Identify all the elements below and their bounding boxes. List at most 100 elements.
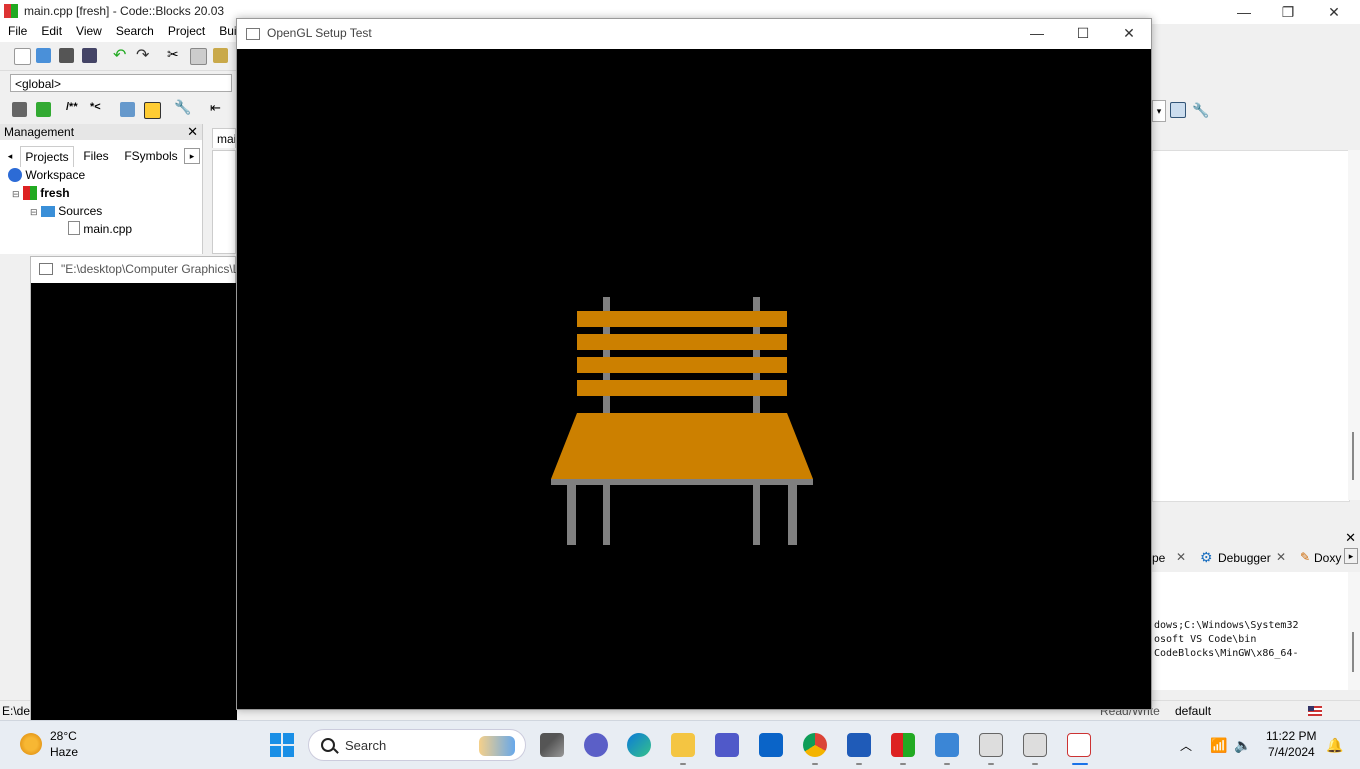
leg-front-right [788,485,797,545]
editor-tab-main[interactable]: mai [212,128,236,148]
search-highlight-icon [479,736,515,756]
code-editor[interactable] [212,150,236,254]
tab-debugger[interactable]: Debugger [1218,551,1271,565]
management-panel: Management ✕ ◂ Projects Files FSymbols ▸… [0,124,203,254]
scope-combo[interactable]: <global> [10,74,232,92]
tab-scroll-right-icon[interactable]: ▸ [1344,548,1358,564]
console-title: "E:\desktop\Computer Graphics\L [61,262,237,276]
redo-icon[interactable]: ↷ [136,45,151,64]
collapse-icon[interactable]: ⊟ [12,189,20,199]
build-icon[interactable] [12,102,27,117]
chevron-up-icon[interactable]: ︿ [1180,737,1192,754]
weather-temperature[interactable]: 28°C [50,729,77,743]
vertical-scrollbar[interactable] [1348,150,1360,500]
log-output[interactable]: dows;C:\Windows\System32 osoft VS Code\b… [1152,572,1348,690]
chevron-down-icon[interactable]: ▾ [1152,100,1166,122]
menu-view[interactable]: View [76,24,102,38]
save-all-icon[interactable] [82,48,97,63]
wifi-icon[interactable]: 📶 [1210,737,1227,754]
clock-date[interactable]: 7/4/2024 [1268,745,1315,759]
paste-icon[interactable] [213,48,228,63]
close-icon[interactable]: ✕ [1107,23,1151,43]
close-icon[interactable]: ✕ [1345,530,1356,546]
tree-folder[interactable]: ⊟ Sources [30,202,102,220]
weather-description[interactable]: Haze [50,745,78,759]
notepad-icon[interactable] [935,733,959,757]
menu-search[interactable]: Search [116,24,154,38]
taskbar: 28°C Haze Search ︿ 📶 🔈 11:22 PM 7/4/2024… [0,720,1360,769]
cut-icon[interactable]: ✂ [167,46,182,62]
clock-time[interactable]: 11:22 PM [1266,729,1316,743]
console-output[interactable] [31,283,237,721]
menu-bar: File Edit View Search Project Buil [0,24,239,42]
edge-icon[interactable] [627,733,651,757]
save-icon[interactable] [59,48,74,63]
back-slat [577,311,787,327]
back-slat [577,380,787,396]
console-window[interactable]: "E:\desktop\Computer Graphics\L [30,256,237,721]
doxy-line-icon[interactable]: *< [90,101,110,116]
maximize-icon[interactable]: ❐ [1266,2,1310,22]
tab-projects[interactable]: Projects [20,146,74,167]
minimize-icon[interactable]: — [1222,2,1266,22]
menu-file[interactable]: File [8,24,27,38]
codeblocks-icon[interactable] [891,733,915,757]
doxywizard-icon[interactable] [120,102,135,117]
opengl-canvas[interactable] [237,49,1151,709]
outlook-icon[interactable] [759,733,783,757]
maximize-icon[interactable]: ☐ [1061,23,1105,43]
weather-sun-icon[interactable] [20,733,42,755]
undo-icon[interactable]: ↶ [113,45,128,64]
tab-scope-partial[interactable]: pe [1152,551,1165,565]
tab-fsymbols[interactable]: FSymbols [120,146,182,166]
new-file-icon[interactable] [14,48,31,65]
console-app-icon[interactable] [979,733,1003,757]
menu-project[interactable]: Project [168,24,205,38]
opengl-app-icon[interactable] [1067,733,1091,757]
seat-frame [551,479,813,485]
teams-icon[interactable] [715,733,739,757]
code-editor-visible[interactable] [1152,150,1350,502]
word-icon[interactable] [847,733,871,757]
console-title-bar[interactable]: "E:\desktop\Computer Graphics\L [31,257,237,283]
chat-icon[interactable] [584,733,608,757]
tree-project[interactable]: ⊟ fresh [12,184,70,202]
opengl-title-bar[interactable]: OpenGL Setup Test — ☐ ✕ [237,19,1151,49]
opengl-window[interactable]: OpenGL Setup Test — ☐ ✕ [236,18,1152,710]
run-icon[interactable] [36,102,51,117]
doxy-block-icon[interactable]: /** [66,101,86,116]
tree-workspace[interactable]: Workspace [8,166,85,184]
minimize-icon[interactable]: — [1015,23,1059,43]
wrench-icon[interactable]: 🔧 [1192,102,1209,118]
tab-scroll-left-icon[interactable]: ◂ [4,146,16,166]
start-button[interactable] [270,733,294,757]
menu-edit[interactable]: Edit [41,24,62,38]
close-icon[interactable]: ✕ [187,124,198,140]
settings-wrench-icon[interactable]: 🔧 [174,99,191,115]
search-icon [321,738,335,752]
tab-files[interactable]: Files [78,146,114,166]
editor-right-area: ▾ 🔧 [1152,42,1360,522]
vertical-scrollbar[interactable] [1348,572,1360,690]
copy-icon[interactable] [190,48,207,65]
file-explorer-icon[interactable] [671,733,695,757]
tree-file[interactable]: main.cpp [68,220,132,238]
open-file-icon[interactable] [36,48,51,63]
close-tab-icon[interactable]: ✕ [1176,550,1186,564]
back-slat [577,334,787,350]
find-icon[interactable] [1170,102,1186,118]
jump-back-icon[interactable]: ⇤ [210,100,225,115]
volume-icon[interactable]: 🔈 [1234,737,1251,754]
console-app-icon[interactable] [1023,733,1047,757]
help-icon[interactable] [144,102,161,119]
file-label: main.cpp [83,222,133,236]
task-view-icon[interactable] [540,733,564,757]
close-tab-icon[interactable]: ✕ [1276,550,1286,564]
tab-scroll-right-icon[interactable]: ▸ [184,148,200,164]
taskbar-search[interactable]: Search [308,729,526,761]
tab-doxy[interactable]: Doxy [1314,551,1341,565]
close-icon[interactable]: ✕ [1312,2,1356,22]
collapse-icon[interactable]: ⊟ [30,207,38,217]
notification-bell-icon[interactable]: 🔔 [1326,737,1343,754]
chrome-icon[interactable] [803,733,827,757]
